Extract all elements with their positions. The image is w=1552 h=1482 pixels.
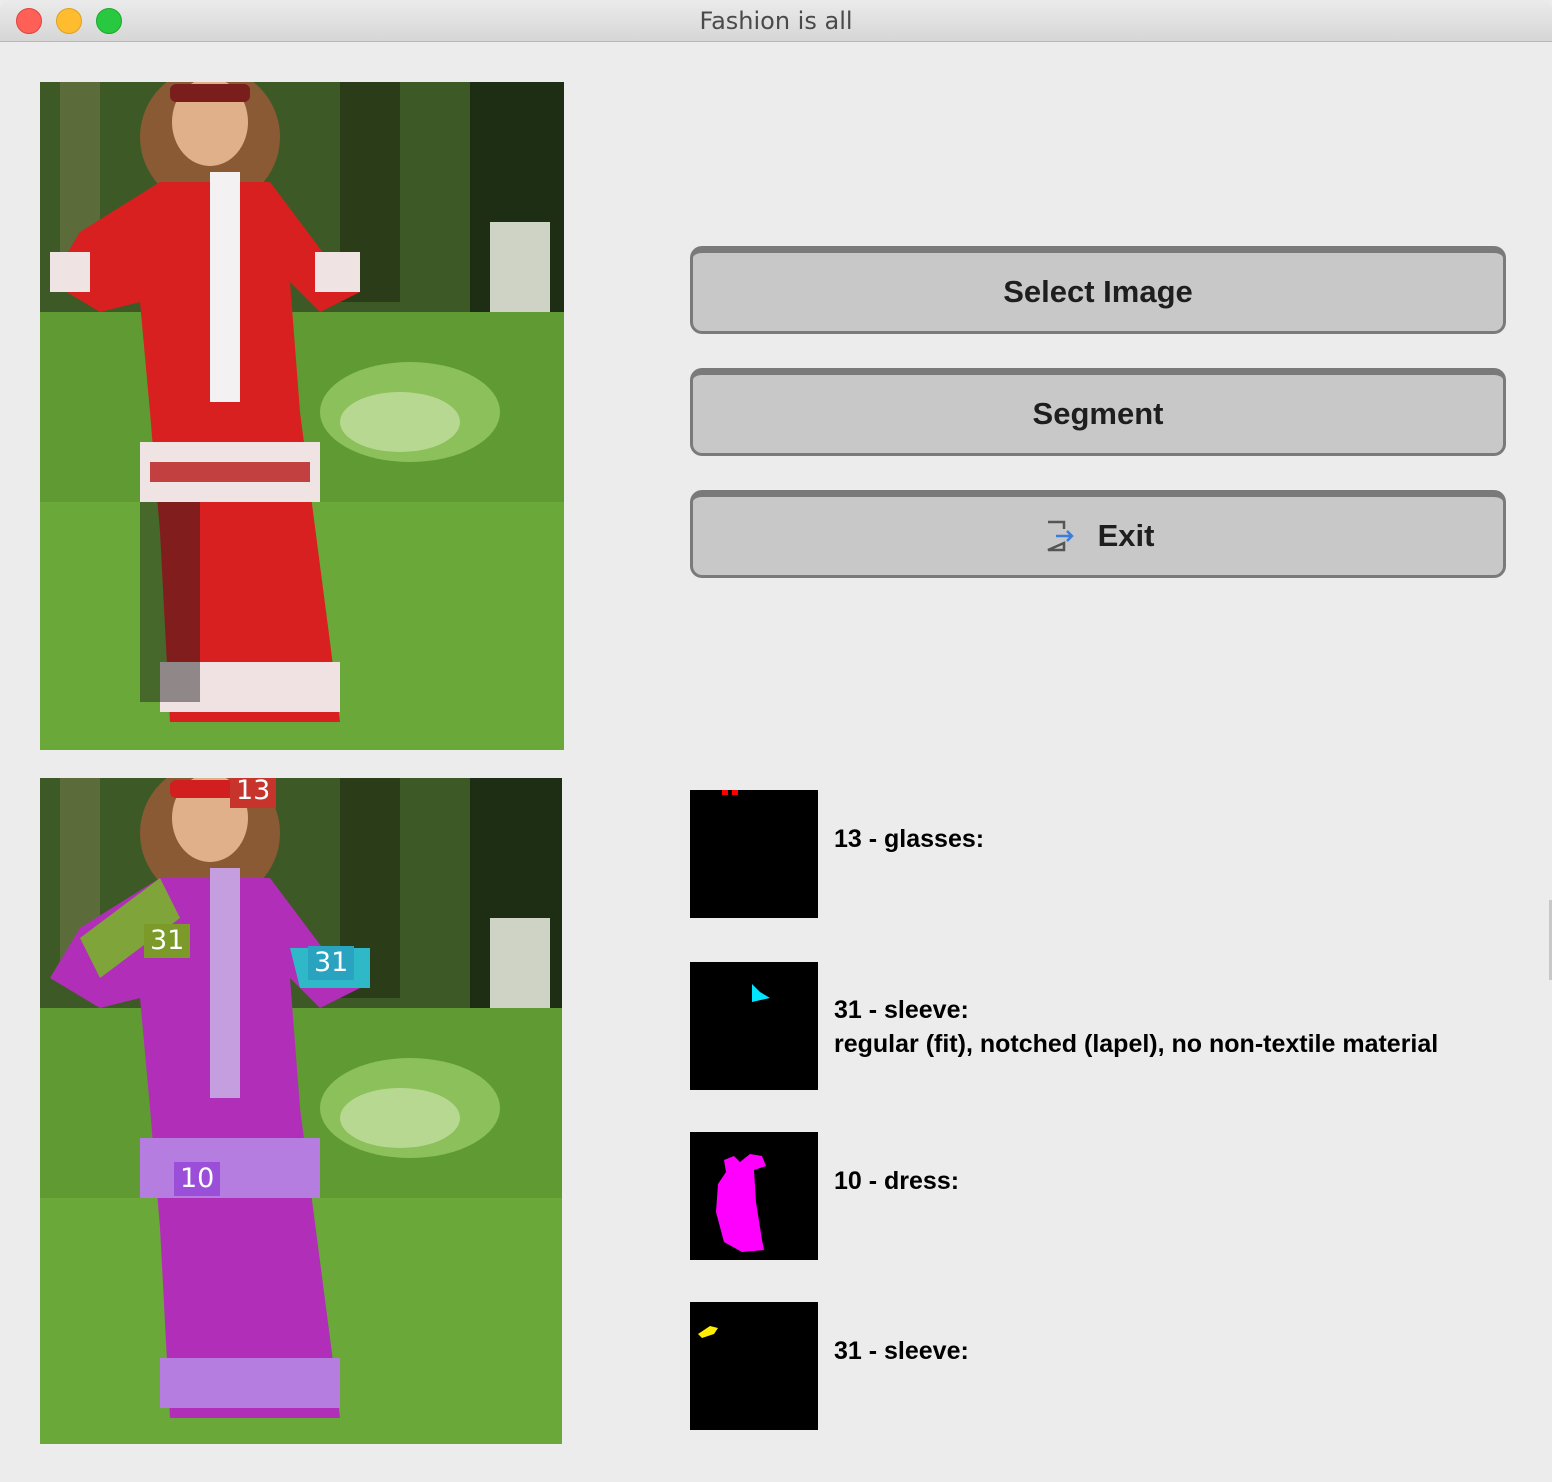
result-text-sleeve-right: 31 - sleeve: regular (fit), notched (lap… bbox=[834, 993, 1438, 1061]
segment-label-sleeve-left: 31 bbox=[144, 924, 191, 958]
exit-label: Exit bbox=[1097, 518, 1155, 553]
result-text-sleeve-left: 31 - sleeve: bbox=[834, 1334, 969, 1368]
mask-thumbnail-dress bbox=[690, 1132, 818, 1260]
segment-label: Segment bbox=[1032, 396, 1164, 431]
result-title: 13 - glasses: bbox=[834, 825, 985, 853]
result-attributes: regular (fit), notched (lapel), no non-t… bbox=[834, 1030, 1439, 1058]
mask-thumbnail-glasses bbox=[690, 790, 818, 918]
segment-label-glasses: 13 bbox=[230, 778, 277, 808]
original-image bbox=[40, 82, 564, 750]
segment-label-dress: 10 bbox=[174, 1162, 221, 1196]
window-title: Fashion is all bbox=[699, 7, 853, 35]
segment-label-sleeve-right: 31 bbox=[308, 946, 355, 980]
exit-button[interactable]: Exit bbox=[690, 490, 1506, 578]
result-text-dress: 10 - dress: bbox=[834, 1164, 959, 1198]
segmented-image: 13 31 31 10 bbox=[40, 778, 562, 1444]
select-image-button[interactable]: Select Image bbox=[690, 246, 1506, 334]
result-title: 31 - sleeve: bbox=[834, 1337, 969, 1365]
segment-button[interactable]: Segment bbox=[690, 368, 1506, 456]
result-title: 10 - dress: bbox=[834, 1167, 960, 1195]
mask-thumbnail-sleeve-right bbox=[690, 962, 818, 1090]
select-image-label: Select Image bbox=[1003, 274, 1193, 309]
exit-icon bbox=[1042, 519, 1076, 553]
result-title: 31 - sleeve: bbox=[834, 996, 969, 1024]
result-text-glasses: 13 - glasses: bbox=[834, 822, 984, 856]
title-bar: Fashion is all bbox=[0, 0, 1552, 42]
mask-thumbnail-sleeve-left bbox=[690, 1302, 818, 1430]
